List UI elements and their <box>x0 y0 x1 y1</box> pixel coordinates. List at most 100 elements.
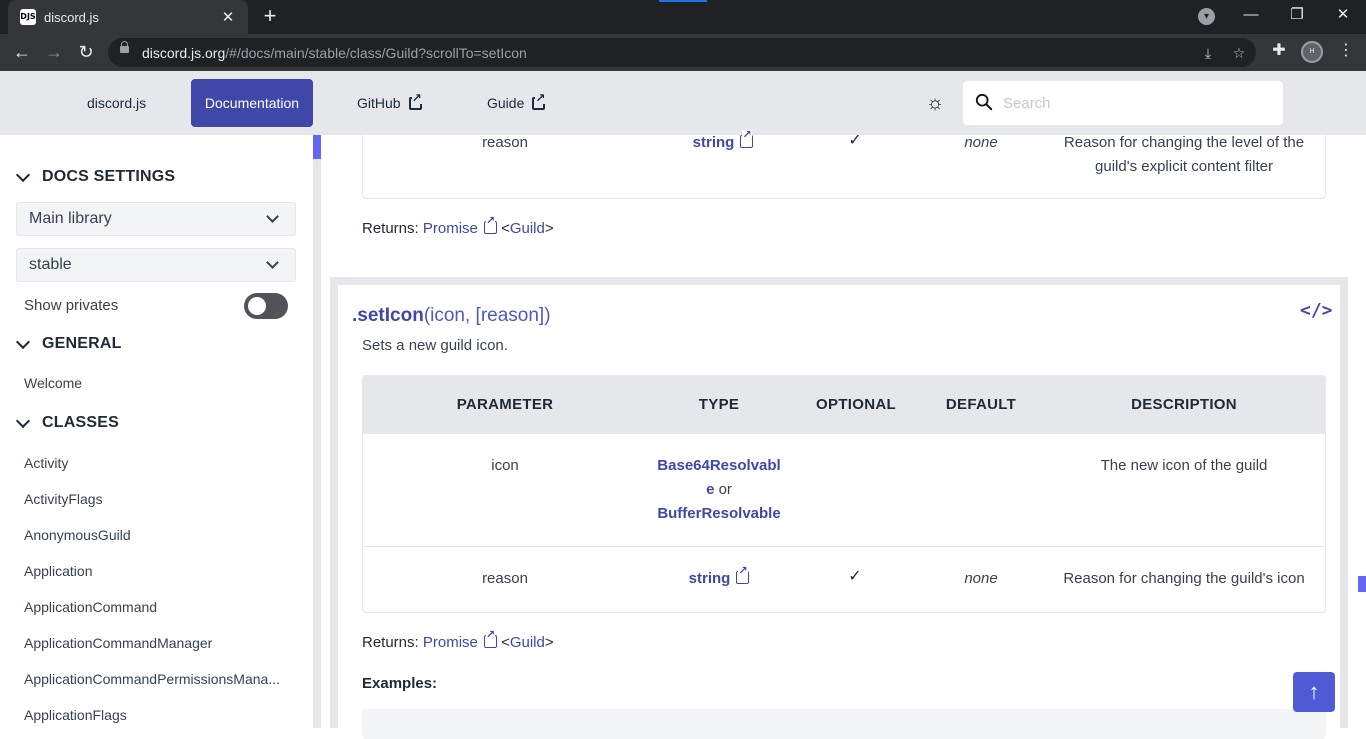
version-select-value: stable <box>29 256 72 273</box>
sidebar-item-activityflags[interactable]: ActivityFlags <box>24 491 294 507</box>
params-table-header: PARAMETER TYPE OPTIONAL DEFAULT DESCRIPT… <box>363 376 1325 434</box>
sidebar-item-activity[interactable]: Activity <box>24 455 294 471</box>
reload-icon[interactable]: ↻ <box>73 39 99 65</box>
toggle-knob <box>248 297 266 315</box>
minimize-icon[interactable]: — <box>1228 0 1274 32</box>
browser-menu-icon[interactable]: ⋮ <box>1334 39 1358 63</box>
prev-params-table: reason string ✓ none Reason for changing… <box>362 130 1326 199</box>
classes-heading: CLASSES <box>42 414 119 431</box>
chevron-down-icon <box>15 413 31 428</box>
tab-drag-indicator <box>659 0 707 2</box>
chevron-down-icon <box>266 210 279 223</box>
sidebar-scrollbar[interactable] <box>313 135 321 728</box>
col-parameter: PARAMETER <box>456 396 554 413</box>
show-privates-toggle[interactable] <box>244 293 288 319</box>
library-select-value: Main library <box>29 210 112 227</box>
method-params: (icon, [reason]) <box>423 305 551 326</box>
nav-discordjs-home[interactable]: discord.js <box>87 79 146 127</box>
discordjs-favicon-icon: DJS <box>20 9 36 25</box>
page-scrollbar-thumb[interactable] <box>1358 576 1366 592</box>
type-link-string[interactable]: string <box>689 570 731 587</box>
type-link-string[interactable]: string <box>693 134 735 151</box>
external-link-icon <box>532 91 546 110</box>
sidebar-item-applicationcommand[interactable]: ApplicationCommand <box>24 599 294 615</box>
tab-title: discord.js <box>44 9 99 25</box>
external-link-icon <box>740 130 754 148</box>
promise-link[interactable]: Promise <box>423 634 478 651</box>
version-select[interactable]: stable <box>16 248 296 282</box>
returns-generic: <Guild> <box>501 220 554 237</box>
param-description-line: guild's explicit content filter <box>1095 158 1273 175</box>
restore-icon[interactable]: ❐ <box>1274 0 1320 32</box>
chevron-down-icon <box>15 167 31 182</box>
docs-settings-toggle[interactable]: DOCS SETTINGS <box>14 167 176 186</box>
type-link-base64resolvable[interactable]: Base64Resolvabl <box>657 457 780 474</box>
method-name: .setIcon <box>352 305 424 326</box>
site-header: discord.js Documentation GitHub Guide ☼ <box>0 71 1366 135</box>
tab-close-icon[interactable]: ✕ <box>220 8 236 26</box>
sidebar-item-welcome[interactable]: Welcome <box>24 375 294 391</box>
check-icon: ✓ <box>848 568 862 585</box>
search-input[interactable] <box>1003 91 1273 115</box>
back-icon[interactable]: ← <box>9 39 35 65</box>
lock-icon[interactable] <box>120 41 129 53</box>
guild-link[interactable]: Guild <box>510 220 545 237</box>
param-description: Reason for changing the guild's icon <box>1063 570 1305 587</box>
url-text[interactable]: discord.js.org/#/docs/main/stable/class/… <box>142 45 527 61</box>
external-link-icon <box>736 566 750 584</box>
bookmark-star-icon[interactable]: ☆ <box>1229 43 1249 63</box>
sidebar-item-applicationcommandpermissionsmanager[interactable]: ApplicationCommandPermissionsMana... <box>24 671 294 687</box>
returns-generic: <Guild> <box>501 634 554 651</box>
sidebar: DOCS SETTINGS Main library stable Show p… <box>0 135 313 728</box>
col-optional: OPTIONAL <box>816 396 896 413</box>
external-link-icon <box>408 91 422 110</box>
sidebar-item-application[interactable]: Application <box>24 563 294 579</box>
close-window-icon[interactable]: ✕ <box>1320 0 1366 32</box>
sidebar-item-applicationcommandmanager[interactable]: ApplicationCommandManager <box>24 635 294 651</box>
param-description: The new icon of the guild <box>1100 457 1268 474</box>
chevron-down-icon <box>15 334 31 349</box>
browser-toolbar: ← → ↻ discord.js.org/#/docs/main/stable/… <box>0 34 1366 71</box>
sun-icon[interactable]: ☼ <box>924 92 946 114</box>
check-icon: ✓ <box>848 132 862 149</box>
method-returns: Returns: Promise <Guild> <box>362 630 554 651</box>
method-title[interactable]: .setIcon(icon, [reason]) <box>352 305 551 327</box>
profile-avatar[interactable]: H <box>1301 41 1323 63</box>
general-toggle[interactable]: GENERAL <box>14 334 122 353</box>
promise-link[interactable]: Promise <box>423 220 478 237</box>
install-app-icon[interactable]: ⤓ <box>1198 43 1218 63</box>
scroll-to-top-button[interactable]: ↑ <box>1293 672 1335 712</box>
forward-icon[interactable]: → <box>41 39 67 65</box>
library-select[interactable]: Main library <box>16 202 296 236</box>
sidebar-scrollbar-thumb[interactable] <box>313 135 321 159</box>
nav-guide[interactable]: Guide <box>487 79 546 127</box>
guild-link[interactable]: Guild <box>510 634 545 651</box>
type-link-bufferresolvable[interactable]: BufferResolvable <box>657 505 780 522</box>
new-tab-icon[interactable]: + <box>258 5 282 29</box>
view-source-code-icon[interactable]: </> <box>1300 300 1333 322</box>
example-code-block <box>362 709 1326 739</box>
param-type: Base64Resolvabl e or BufferResolvable <box>649 454 789 526</box>
search-box[interactable] <box>963 81 1283 125</box>
classes-toggle[interactable]: CLASSES <box>14 413 119 432</box>
external-link-icon <box>483 630 497 648</box>
arrow-up-icon: ↑ <box>1308 679 1320 704</box>
docs-settings-heading: DOCS SETTINGS <box>42 168 176 185</box>
tab-search-icon[interactable]: ▾ <box>1198 8 1215 25</box>
param-name: reason <box>482 134 528 151</box>
address-bar[interactable]: discord.js.org/#/docs/main/stable/class/… <box>108 38 1256 67</box>
prev-returns: Returns: Promise <Guild> <box>362 216 554 237</box>
nav-documentation[interactable]: Documentation <box>191 79 313 127</box>
sidebar-item-anonymousguild[interactable]: AnonymousGuild <box>24 527 294 543</box>
param-description: Reason for changing the level of the gui… <box>1043 131 1325 179</box>
nav-github[interactable]: GitHub <box>357 79 422 127</box>
sidebar-item-applicationflags[interactable]: ApplicationFlags <box>24 707 294 723</box>
chevron-down-icon <box>266 256 279 269</box>
show-privates-label: Show privates <box>24 297 119 314</box>
type-link-base64resolvable-cont[interactable]: e <box>706 481 714 498</box>
extensions-puzzle-icon[interactable]: ✚ <box>1267 39 1291 63</box>
returns-label: Returns: <box>362 634 419 651</box>
col-default: DEFAULT <box>945 396 1017 413</box>
browser-tab[interactable]: DJS discord.js ✕ <box>8 0 248 34</box>
type-or: or <box>718 481 732 498</box>
